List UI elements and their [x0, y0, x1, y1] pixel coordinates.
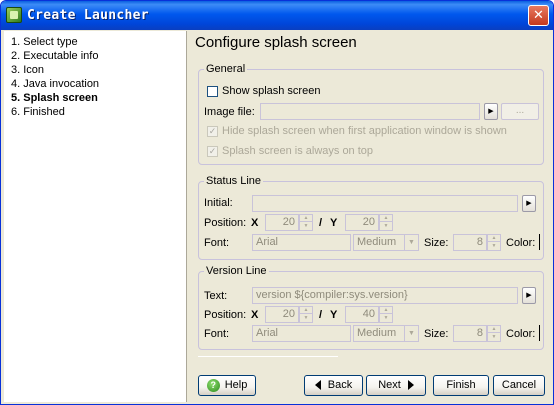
version-text-label: Text:	[204, 290, 228, 302]
status-x-input[interactable]: 20	[265, 214, 299, 231]
status-position-label: Position:	[204, 217, 247, 229]
general-group: General Show splash screen Image file: ▶…	[198, 63, 544, 165]
version-line-group: Version Line Text: version ${compiler:sy…	[198, 265, 544, 350]
status-color-label: Color:	[506, 237, 536, 249]
status-initial-input[interactable]	[252, 195, 518, 212]
status-y-label: Y	[330, 217, 338, 229]
next-button[interactable]: Next	[366, 375, 426, 396]
arrow-right-icon: ▶	[488, 108, 494, 115]
version-color-label: Color:	[506, 328, 536, 340]
app-icon	[6, 7, 22, 23]
status-size-input[interactable]: 8	[453, 234, 487, 251]
version-color-swatch[interactable]	[539, 325, 540, 341]
spin-up-icon[interactable]: ▲	[380, 307, 392, 314]
create-launcher-window: Create Launcher ✕ 1. Select type 2. Exec…	[0, 0, 554, 405]
show-splash-checkbox[interactable]	[207, 86, 218, 97]
version-size-spinner[interactable]: ▲ ▼	[487, 325, 501, 342]
hide-splash-checkbox[interactable]: ✓	[207, 126, 218, 137]
image-file-variable-button[interactable]: ▶	[484, 103, 498, 120]
finish-button[interactable]: Finish	[433, 375, 489, 396]
step-java-invocation: 4. Java invocation	[11, 78, 100, 90]
help-button-label: Help	[224, 379, 248, 391]
help-button[interactable]: ? Help	[198, 375, 256, 396]
close-button[interactable]: ✕	[528, 5, 549, 26]
chevron-down-icon: ▼	[408, 330, 415, 337]
chevron-down-icon: ▼	[408, 239, 415, 246]
arrow-right-icon: ▶	[526, 200, 532, 207]
version-position-label: Position:	[204, 309, 247, 321]
version-font-input[interactable]: Arial	[252, 325, 351, 342]
status-weight-select[interactable]: Medium	[353, 234, 405, 251]
image-file-label: Image file:	[204, 106, 255, 118]
spin-up-icon[interactable]: ▲	[488, 326, 500, 333]
spin-up-icon[interactable]: ▲	[300, 307, 312, 314]
version-y-spinner[interactable]: ▲ ▼	[379, 306, 393, 323]
spin-down-icon[interactable]: ▼	[488, 243, 500, 250]
spin-down-icon[interactable]: ▼	[380, 223, 392, 230]
spin-down-icon[interactable]: ▼	[488, 334, 500, 341]
steps-pane: 1. Select type 2. Executable info 3. Ico…	[4, 31, 187, 402]
arrow-right-icon: ▶	[526, 292, 532, 299]
spin-down-icon[interactable]: ▼	[300, 223, 312, 230]
status-y-spinner[interactable]: ▲ ▼	[379, 214, 393, 231]
step-splash-screen: 5. Splash screen	[11, 92, 98, 104]
status-initial-label: Initial:	[204, 197, 233, 209]
window-title: Create Launcher	[27, 8, 149, 23]
always-on-top-checkbox[interactable]: ✓	[207, 146, 218, 157]
image-file-input[interactable]	[260, 103, 480, 120]
version-position-slash: /	[319, 309, 323, 321]
version-weight-dropdown[interactable]: ▼	[404, 325, 419, 342]
status-color-swatch[interactable]	[539, 234, 540, 250]
general-group-title: General	[204, 63, 248, 75]
next-button-label: Next	[378, 379, 401, 391]
version-y-label: Y	[330, 309, 338, 321]
version-text-input[interactable]: version ${compiler:sys.version}	[252, 287, 518, 304]
back-button[interactable]: Back	[304, 375, 363, 396]
step-select-type: 1. Select type	[11, 36, 78, 48]
always-on-top-label: Splash screen is always on top	[222, 145, 374, 157]
content-pane: Configure splash screen General Show spl…	[188, 31, 551, 371]
status-weight-dropdown[interactable]: ▼	[404, 234, 419, 251]
version-font-label: Font:	[204, 328, 230, 340]
version-weight-select[interactable]: Medium	[353, 325, 405, 342]
version-size-input[interactable]: 8	[453, 325, 487, 342]
arrow-left-icon	[314, 380, 321, 391]
status-line-group-title: Status Line	[204, 175, 264, 187]
status-font-input[interactable]: Arial	[252, 234, 351, 251]
version-x-label: X	[251, 309, 259, 321]
step-icon: 3. Icon	[11, 64, 45, 76]
version-line-group-title: Version Line	[204, 265, 269, 277]
status-font-label: Font:	[204, 237, 230, 249]
separator-line	[198, 356, 338, 357]
status-y-input[interactable]: 20	[345, 214, 379, 231]
status-size-spinner[interactable]: ▲ ▼	[487, 234, 501, 251]
version-x-spinner[interactable]: ▲ ▼	[299, 306, 313, 323]
page-title: Configure splash screen	[195, 34, 357, 51]
image-file-browse-button[interactable]: ...	[501, 103, 539, 120]
cancel-button[interactable]: Cancel	[493, 375, 545, 396]
show-splash-label: Show splash screen	[222, 85, 321, 97]
spin-up-icon[interactable]: ▲	[300, 215, 312, 222]
arrow-right-icon	[407, 380, 414, 391]
spin-down-icon[interactable]: ▼	[300, 315, 312, 322]
step-finished: 6. Finished	[11, 106, 65, 118]
version-x-input[interactable]: 20	[265, 306, 299, 323]
status-size-label: Size:	[424, 237, 449, 249]
status-position-slash: /	[319, 217, 323, 229]
spin-up-icon[interactable]: ▲	[488, 235, 500, 242]
version-size-label: Size:	[424, 328, 449, 340]
version-text-variable-button[interactable]: ▶	[522, 287, 536, 304]
spin-up-icon[interactable]: ▲	[380, 215, 392, 222]
hide-splash-label: Hide splash screen when first applicatio…	[222, 125, 507, 137]
status-line-group: Status Line Initial: ▶ Position: X 20 ▲ ▼…	[198, 175, 544, 260]
help-icon: ?	[206, 378, 220, 392]
title-bar[interactable]: Create Launcher ✕	[1, 1, 553, 30]
status-x-spinner[interactable]: ▲ ▼	[299, 214, 313, 231]
status-x-label: X	[251, 217, 259, 229]
version-y-input[interactable]: 40	[345, 306, 379, 323]
step-executable-info: 2. Executable info	[11, 50, 99, 62]
spin-down-icon[interactable]: ▼	[380, 315, 392, 322]
back-button-label: Back	[327, 379, 353, 391]
status-initial-variable-button[interactable]: ▶	[522, 195, 536, 212]
